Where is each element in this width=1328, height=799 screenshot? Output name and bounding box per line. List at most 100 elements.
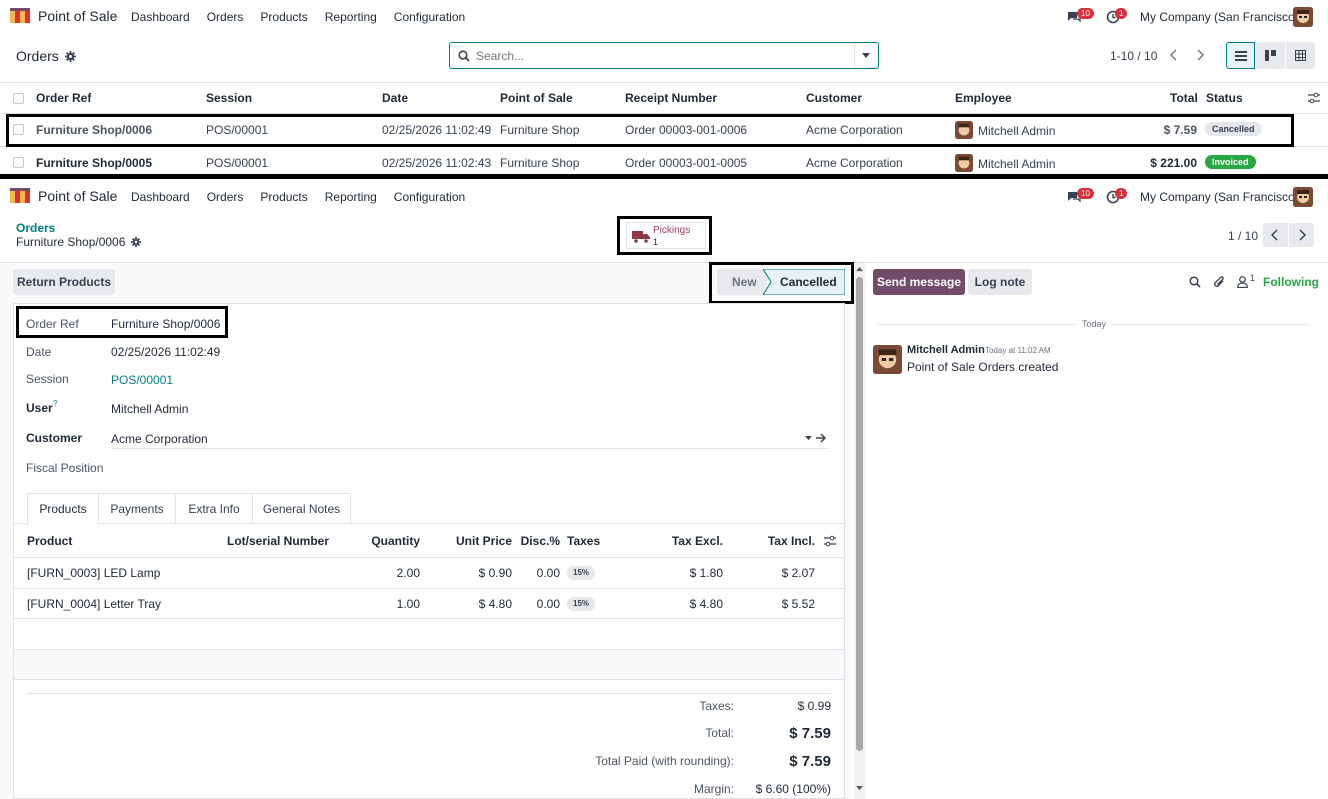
company-switcher[interactable]: My Company (San Francisco)	[1140, 190, 1299, 204]
return-products-button[interactable]: Return Products	[13, 269, 115, 295]
search-icon[interactable]	[1189, 276, 1201, 288]
order-line-row[interactable]: [FURN_0003] LED Lamp 2.00 $ 0.90 0.00 15…	[14, 558, 844, 588]
menu-products[interactable]: Products	[260, 10, 307, 24]
next-record-button[interactable]	[1289, 223, 1314, 247]
search-input[interactable]	[476, 47, 846, 65]
table-row[interactable]: Furniture Shop/0006 POS/00001 02/25/2026…	[0, 114, 1328, 146]
menu-dashboard[interactable]: Dashboard	[131, 190, 190, 204]
optional-columns-icon[interactable]	[1308, 92, 1320, 104]
col-session[interactable]: Session	[206, 91, 252, 105]
taxes-label: Taxes:	[699, 699, 734, 713]
caret-down-icon[interactable]	[862, 53, 870, 59]
list-pager[interactable]: 1-10 / 10	[1110, 49, 1157, 63]
following-button[interactable]: Following	[1263, 275, 1319, 289]
line-price: $ 0.90	[478, 566, 512, 580]
menu-configuration[interactable]: Configuration	[394, 10, 465, 24]
paperclip-icon[interactable]	[1213, 275, 1226, 289]
log-note-button[interactable]: Log note	[968, 269, 1032, 295]
main-menu: Dashboard Orders Products Reporting Conf…	[131, 190, 482, 204]
user-help-icon[interactable]: ?	[53, 399, 57, 408]
col-discount[interactable]: Disc.%	[520, 534, 560, 548]
line-disc: 0.00	[536, 566, 560, 580]
user-icon[interactable]	[1237, 276, 1248, 288]
row-pos: Furniture Shop	[500, 123, 580, 137]
prev-record-button[interactable]	[1263, 223, 1288, 247]
scrollbar[interactable]	[854, 263, 865, 799]
breadcrumb-parent[interactable]: Orders	[16, 221, 55, 235]
user-avatar[interactable]	[1293, 7, 1313, 27]
truck-icon	[632, 231, 650, 243]
app-name: Point of Sale	[38, 188, 118, 204]
message-author-avatar[interactable]	[873, 345, 902, 374]
menu-orders[interactable]: Orders	[207, 10, 244, 24]
chevron-right-icon[interactable]	[1196, 49, 1204, 61]
session-link[interactable]: POS/00001	[111, 373, 173, 387]
menu-dashboard[interactable]: Dashboard	[131, 10, 190, 24]
col-product[interactable]: Product	[27, 534, 72, 548]
line-product[interactable]: [FURN_0004] Letter Tray	[27, 597, 161, 611]
select-all-checkbox[interactable]	[13, 93, 24, 104]
optional-columns-icon[interactable]	[824, 535, 836, 547]
user-value[interactable]: Mitchell Admin	[111, 402, 188, 416]
row-pos: Furniture Shop	[500, 156, 580, 170]
tab-products[interactable]: Products	[27, 493, 99, 525]
col-order-ref[interactable]: Order Ref	[36, 91, 91, 105]
line-excl: $ 4.80	[689, 597, 723, 611]
app-brand[interactable]: Point of Sale	[10, 188, 117, 204]
col-receipt-number[interactable]: Receipt Number	[625, 91, 717, 105]
menu-orders[interactable]: Orders	[207, 190, 244, 204]
col-status[interactable]: Status	[1206, 91, 1243, 105]
tab-payments[interactable]: Payments	[99, 493, 176, 524]
col-date[interactable]: Date	[382, 91, 408, 105]
pivot-view-button[interactable]	[1286, 42, 1315, 69]
line-product[interactable]: [FURN_0003] LED Lamp	[27, 566, 160, 580]
col-tax-incl[interactable]: Tax Incl.	[735, 534, 815, 548]
menu-configuration[interactable]: Configuration	[394, 190, 465, 204]
customer-value[interactable]: Acme Corporation	[111, 432, 208, 446]
app-brand[interactable]: Point of Sale	[10, 8, 117, 24]
col-unit-price[interactable]: Unit Price	[432, 534, 512, 548]
line-incl: $ 2.07	[781, 566, 815, 580]
col-employee[interactable]: Employee	[955, 91, 1012, 105]
col-tax-excl[interactable]: Tax Excl.	[643, 534, 723, 548]
col-customer[interactable]: Customer	[806, 91, 862, 105]
col-quantity[interactable]: Quantity	[340, 534, 420, 548]
row-session: POS/00001	[206, 156, 269, 170]
tab-general-notes[interactable]: General Notes	[253, 493, 351, 524]
col-total[interactable]: Total	[1170, 91, 1198, 105]
message-author[interactable]: Mitchell Admin	[907, 344, 985, 356]
table-row[interactable]: Furniture Shop/0005 POS/00001 02/25/2026…	[0, 147, 1328, 177]
kanban-view-button[interactable]	[1256, 42, 1285, 69]
order-line-row[interactable]: [FURN_0004] Letter Tray 1.00 $ 4.80 0.00…	[14, 589, 844, 619]
line-qty: 1.00	[396, 597, 420, 611]
company-switcher[interactable]: My Company (San Francisco)	[1140, 10, 1299, 24]
search-bar[interactable]	[449, 42, 879, 69]
user-avatar[interactable]	[1293, 187, 1313, 207]
col-lot-serial[interactable]: Lot/serial Number	[227, 534, 329, 548]
top-navbar: Point of Sale Dashboard Orders Products …	[0, 180, 1328, 214]
pickings-smart-button[interactable]: Pickings 1	[626, 222, 706, 249]
gear-icon[interactable]	[131, 237, 142, 247]
page-title: Orders	[16, 48, 59, 64]
row-checkbox[interactable]	[13, 157, 24, 168]
scrollbar-thumb[interactable]	[856, 277, 863, 751]
menu-products[interactable]: Products	[260, 190, 307, 204]
list-view-button[interactable]	[1226, 42, 1255, 69]
gear-icon[interactable]	[64, 50, 76, 62]
tax-tag: 15%	[567, 566, 596, 580]
tab-extra-info[interactable]: Extra Info	[176, 493, 253, 524]
col-point-of-sale[interactable]: Point of Sale	[500, 91, 573, 105]
status-bar: New Cancelled	[717, 269, 845, 295]
arrow-right-icon[interactable]	[816, 433, 827, 443]
chevron-left-icon[interactable]	[1170, 49, 1178, 61]
menu-reporting[interactable]: Reporting	[325, 10, 377, 24]
customer-label: Customer	[26, 431, 83, 445]
row-checkbox[interactable]	[13, 124, 24, 135]
caret-down-icon[interactable]	[805, 436, 812, 441]
send-message-button[interactable]: Send message	[873, 269, 965, 295]
status-new[interactable]: New	[717, 269, 767, 295]
status-cancelled[interactable]: Cancelled	[780, 275, 837, 289]
record-pager[interactable]: 1 / 10	[1228, 229, 1258, 243]
col-taxes[interactable]: Taxes	[567, 534, 600, 548]
menu-reporting[interactable]: Reporting	[325, 190, 377, 204]
